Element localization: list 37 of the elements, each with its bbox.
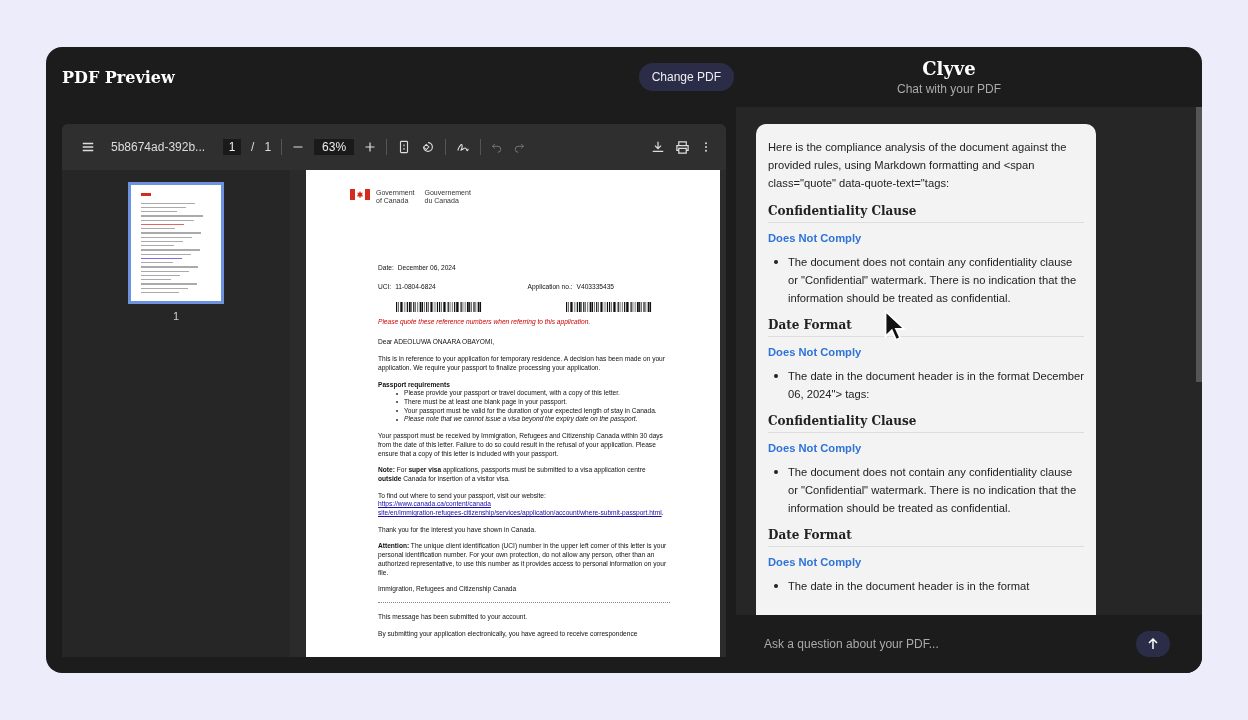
- panel-title: PDF Preview: [62, 67, 175, 87]
- thumbnail-label: 1: [172, 310, 180, 322]
- redo-icon[interactable]: [513, 141, 526, 153]
- compliance-status: Does Not Comply: [768, 555, 863, 570]
- app-name: Clyve: [922, 58, 976, 79]
- app-tagline: Chat with your PDF: [896, 82, 1001, 96]
- finding-text: The date in the document header is in the format December 06, 2024"> tags:: [788, 369, 1084, 402]
- message-text: Here is the compliance analysis of the document against the provided rules, using Markdown formatting and <span class="quote" data-quote-text="tags:: [768, 140, 1068, 191]
- compliance-status: Does Not Comply: [768, 441, 863, 456]
- finding-text: The date in the document header is in the format: [788, 579, 1030, 594]
- section-heading: Date Format: [768, 317, 852, 334]
- page-thumbnail[interactable]: [128, 182, 224, 304]
- menu-icon[interactable]: [81, 140, 95, 154]
- send-button[interactable]: [1136, 631, 1170, 657]
- print-icon[interactable]: [675, 139, 690, 155]
- undo-icon[interactable]: [491, 141, 504, 153]
- download-icon[interactable]: [651, 140, 665, 154]
- zoom-in-icon[interactable]: [364, 141, 377, 153]
- mouse-cursor-icon: [884, 310, 908, 342]
- section-heading: Confidentiality Clause: [768, 203, 917, 220]
- page-total: 1: [264, 140, 272, 154]
- compliance-status: Does Not Comply: [768, 231, 863, 246]
- finding-text: The document does not contain any confidentiality clause or "Confidential" watermark. There is no indication that the information should be treated as confidential.: [788, 465, 1078, 516]
- arrow-up-icon: [1147, 638, 1159, 650]
- section-heading: Confidentiality Clause: [768, 413, 917, 430]
- page-number-field[interactable]: 1: [223, 139, 242, 155]
- change-pdf-button[interactable]: Change PDF: [638, 63, 734, 91]
- rotate-icon[interactable]: [421, 140, 436, 154]
- flag-icon: [350, 189, 370, 200]
- page-separator: /: [251, 140, 255, 154]
- zoom-field[interactable]: 63%: [314, 139, 355, 155]
- question-field[interactable]: Ask a question about your PDF...: [762, 636, 1126, 652]
- compliance-status: Does Not Comply: [768, 345, 863, 360]
- file-name: 5b8674ad-392b...: [111, 140, 206, 154]
- finding-text: The document does not contain any confidentiality clause or "Confidential" watermark. There is no indication that the information should be treated as confidential.: [788, 255, 1078, 306]
- scrollbar[interactable]: [1196, 107, 1202, 382]
- section-heading: Date Format: [768, 527, 852, 544]
